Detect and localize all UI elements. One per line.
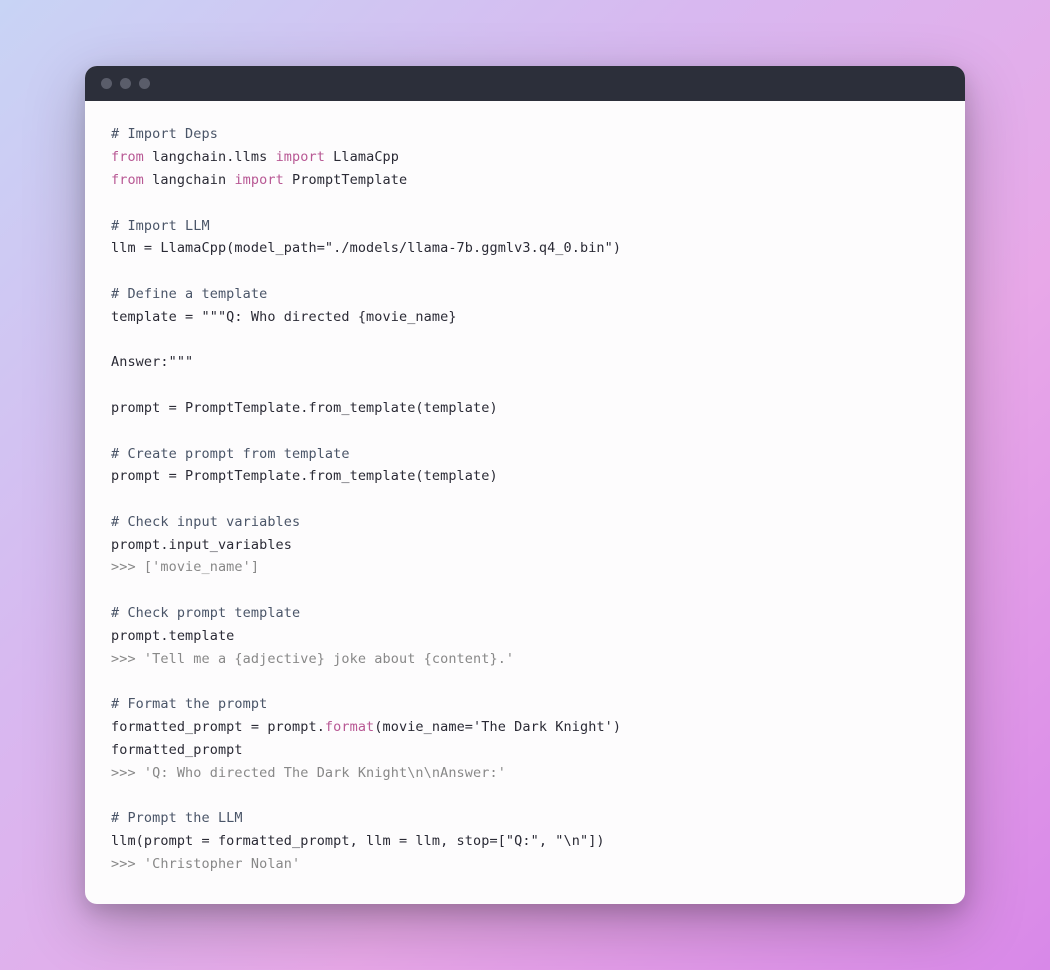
window-control-maximize[interactable] bbox=[139, 78, 150, 89]
code-line: # Check input variables bbox=[111, 511, 939, 534]
code-text: template = """Q: Who directed {movie_nam… bbox=[111, 309, 457, 325]
code-line: # Check prompt template bbox=[111, 602, 939, 625]
code-line: prompt.template bbox=[111, 625, 939, 648]
code-line: # Format the prompt bbox=[111, 693, 939, 716]
code-keyword: import bbox=[276, 149, 325, 165]
code-line: # Create prompt from template bbox=[111, 443, 939, 466]
code-keyword: import bbox=[234, 172, 283, 188]
code-block: # Import Deps from langchain.llms import … bbox=[85, 101, 965, 903]
code-window: # Import Deps from langchain.llms import … bbox=[85, 66, 965, 903]
code-text: formatted_prompt = prompt. bbox=[111, 719, 325, 735]
code-line bbox=[111, 192, 939, 215]
code-text: formatted_prompt bbox=[111, 742, 243, 758]
code-text: llm = LlamaCpp(model_path="./models/llam… bbox=[111, 240, 621, 256]
code-text: (movie_name='The Dark Knight') bbox=[374, 719, 621, 735]
code-line: template = """Q: Who directed {movie_nam… bbox=[111, 306, 939, 329]
code-output: >>> ['movie_name'] bbox=[111, 559, 259, 575]
code-text: prompt.input_variables bbox=[111, 537, 292, 553]
code-line: formatted_prompt bbox=[111, 739, 939, 762]
code-keyword: from bbox=[111, 149, 144, 165]
code-line bbox=[111, 329, 939, 352]
code-line: Answer:""" bbox=[111, 351, 939, 374]
code-line: from langchain.llms import LlamaCpp bbox=[111, 146, 939, 169]
code-line: llm(prompt = formatted_prompt, llm = llm… bbox=[111, 830, 939, 853]
code-text: LlamaCpp bbox=[325, 149, 399, 165]
code-line bbox=[111, 260, 939, 283]
code-comment: # Check prompt template bbox=[111, 605, 300, 621]
code-comment: # Prompt the LLM bbox=[111, 810, 243, 826]
code-output: >>> 'Q: Who directed The Dark Knight\n\n… bbox=[111, 765, 506, 781]
code-line: formatted_prompt = prompt.format(movie_n… bbox=[111, 716, 939, 739]
code-line bbox=[111, 374, 939, 397]
code-text: Answer:""" bbox=[111, 354, 193, 370]
code-comment: # Create prompt from template bbox=[111, 446, 350, 462]
code-text: langchain.llms bbox=[144, 149, 276, 165]
code-line: # Import LLM bbox=[111, 215, 939, 238]
code-line: prompt = PromptTemplate.from_template(te… bbox=[111, 397, 939, 420]
code-text: prompt.template bbox=[111, 628, 234, 644]
code-line bbox=[111, 579, 939, 602]
code-line bbox=[111, 670, 939, 693]
code-line: >>> ['movie_name'] bbox=[111, 556, 939, 579]
code-line: prompt = PromptTemplate.from_template(te… bbox=[111, 465, 939, 488]
code-line: >>> 'Tell me a {adjective} joke about {c… bbox=[111, 648, 939, 671]
code-line: >>> 'Christopher Nolan' bbox=[111, 853, 939, 876]
code-comment: # Define a template bbox=[111, 286, 267, 302]
code-line: >>> 'Q: Who directed The Dark Knight\n\n… bbox=[111, 762, 939, 785]
code-comment: # Check input variables bbox=[111, 514, 300, 530]
code-text: llm(prompt = formatted_prompt, llm = llm… bbox=[111, 833, 605, 849]
code-line bbox=[111, 488, 939, 511]
code-text: langchain bbox=[144, 172, 235, 188]
code-keyword: from bbox=[111, 172, 144, 188]
code-line: from langchain import PromptTemplate bbox=[111, 169, 939, 192]
code-comment: # Import Deps bbox=[111, 126, 218, 142]
code-line bbox=[111, 420, 939, 443]
code-comment: # Import LLM bbox=[111, 218, 210, 234]
window-control-minimize[interactable] bbox=[120, 78, 131, 89]
code-line: # Import Deps bbox=[111, 123, 939, 146]
code-line: llm = LlamaCpp(model_path="./models/llam… bbox=[111, 237, 939, 260]
window-control-close[interactable] bbox=[101, 78, 112, 89]
code-output: >>> 'Tell me a {adjective} joke about {c… bbox=[111, 651, 514, 667]
code-line: # Define a template bbox=[111, 283, 939, 306]
code-line bbox=[111, 784, 939, 807]
code-function: format bbox=[325, 719, 374, 735]
code-text: PromptTemplate bbox=[284, 172, 407, 188]
code-output: >>> 'Christopher Nolan' bbox=[111, 856, 300, 872]
code-comment: # Format the prompt bbox=[111, 696, 267, 712]
code-text: prompt = PromptTemplate.from_template(te… bbox=[111, 400, 498, 416]
code-line: prompt.input_variables bbox=[111, 534, 939, 557]
code-line: # Prompt the LLM bbox=[111, 807, 939, 830]
code-text: prompt = PromptTemplate.from_template(te… bbox=[111, 468, 498, 484]
window-titlebar bbox=[85, 66, 965, 101]
